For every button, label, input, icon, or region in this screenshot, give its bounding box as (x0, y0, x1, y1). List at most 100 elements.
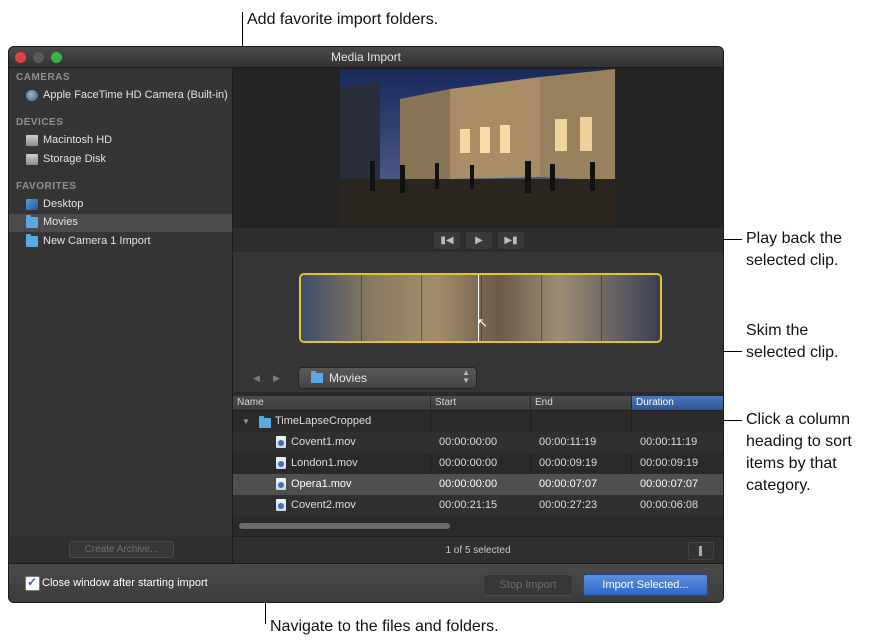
clip-duration: 00:00:11:19 (640, 436, 698, 448)
location-popup[interactable]: Movies ▲ ▼ (298, 367, 477, 389)
movie-file-icon (276, 478, 286, 490)
folder-icon (26, 234, 38, 247)
previous-clip-button[interactable]: ▮◀ (433, 231, 461, 250)
video-frame-image (340, 69, 615, 225)
clip-start: 00:00:00:00 (439, 457, 498, 469)
transport-controls: ▮◀ ▶ ▶▮ (233, 228, 723, 252)
filmstrip-frame (601, 275, 660, 341)
folder-icon (26, 215, 38, 228)
clip-end: 00:00:27:23 (539, 499, 598, 511)
clip-start: 00:00:21:15 (439, 499, 498, 511)
close-window-checkbox[interactable] (25, 575, 40, 591)
column-header-end[interactable]: End (530, 396, 631, 410)
sidebar-item-label: Apple FaceTime HD Camera (Built-in) (43, 89, 228, 101)
movie-file-icon (276, 436, 286, 448)
filmstrip-frame (301, 275, 362, 341)
clip-name: London1.mov (291, 457, 358, 469)
skimmer-playhead[interactable] (478, 275, 479, 341)
clip-end: 00:00:07:07 (539, 478, 598, 490)
media-list: Name Start End Duration ▼ TimeLapseCropp… (233, 396, 723, 536)
clip-duration: 00:00:07:07 (640, 478, 699, 490)
section-heading-devices: DEVICES (16, 117, 64, 128)
sidebar-item-desktop[interactable]: Desktop (9, 196, 232, 214)
status-bar: 1 of 5 selected (233, 536, 723, 563)
callout-column-line4: category. (746, 477, 811, 494)
location-label: Movies (329, 371, 368, 385)
clip-end: 00:00:11:19 (539, 436, 597, 448)
disk-icon (26, 135, 38, 146)
sidebar-item-label: Storage Disk (43, 153, 106, 165)
callout-skim-line1: Skim the (746, 322, 809, 339)
clip-duration: 00:00:09:19 (640, 457, 699, 469)
folder-icon (259, 416, 271, 428)
filmstrip-frame (541, 275, 602, 341)
selected-clip-filmstrip[interactable]: ↖ (299, 273, 662, 343)
forward-arrow-icon: ▶ (273, 373, 280, 383)
disk-icon (26, 154, 38, 165)
table-row[interactable]: London1.mov 00:00:00:00 00:00:09:19 00:0… (233, 453, 723, 474)
sidebar-item-label: New Camera 1 Import (43, 235, 151, 247)
section-heading-cameras: CAMERAS (16, 72, 71, 83)
clip-start: 00:00:00:00 (439, 436, 498, 448)
movie-file-icon (276, 499, 286, 511)
callout-play-back-line1: Play back the (746, 230, 843, 247)
forward-button[interactable]: ▶ (269, 369, 284, 387)
play-icon: ▶ (475, 235, 483, 246)
back-arrow-icon: ◀ (253, 373, 260, 383)
callout-navigate: Navigate to the files and folders. (270, 618, 499, 635)
horizontal-scrollbar[interactable] (239, 523, 450, 529)
callout-play-back-line2: selected clip. (746, 252, 839, 269)
sidebar-item-label: Desktop (43, 198, 84, 210)
play-button[interactable]: ▶ (465, 231, 493, 250)
next-clip-button[interactable]: ▶▮ (497, 231, 525, 250)
clip-zoom-control[interactable] (688, 542, 714, 560)
column-header-name[interactable]: Name (233, 396, 430, 410)
video-preview[interactable] (340, 69, 615, 225)
sidebar-item-facetime-camera[interactable]: Apple FaceTime HD Camera (Built-in) (9, 87, 232, 105)
disclosure-triangle-icon[interactable]: ▼ (242, 411, 250, 432)
column-header-start[interactable]: Start (430, 396, 530, 410)
footer-bar: Close window after starting import Stop … (9, 563, 723, 602)
stop-import-button[interactable]: Stop Import (483, 574, 573, 596)
window-title: Media Import (330, 50, 402, 64)
clip-end: 00:00:09:19 (539, 457, 598, 469)
callout-skim-line2: selected clip. (746, 344, 839, 361)
callout-play-back: Play back the selected clip. (746, 228, 842, 272)
camera-icon (26, 90, 38, 101)
desktop-folder-icon (26, 199, 38, 210)
popup-arrows-icon: ▲ ▼ (462, 368, 470, 385)
sidebar: CAMERAS Apple FaceTime HD Camera (Built-… (9, 68, 233, 536)
sidebar-item-macintosh-hd[interactable]: Macintosh HD (9, 132, 232, 150)
table-row[interactable]: Covent2.mov 00:00:21:15 00:00:27:23 00:0… (233, 495, 723, 516)
sidebar-item-movies[interactable]: Movies (9, 214, 232, 232)
filmstrip-frame (361, 275, 422, 341)
table-row-selected[interactable]: Opera1.mov 00:00:00:00 00:00:07:07 00:00… (233, 474, 723, 495)
clip-start: 00:00:00:00 (439, 478, 498, 490)
media-import-window: Media Import CAMERAS Apple FaceTime HD C… (9, 47, 723, 602)
selection-count: 1 of 5 selected (445, 545, 511, 556)
callout-column-line2: heading to sort (746, 433, 852, 450)
title-bar: Media Import (9, 47, 723, 68)
clip-name: Covent2.mov (291, 499, 356, 511)
table-row[interactable]: Covent1.mov 00:00:00:00 00:00:11:19 00:0… (233, 432, 723, 453)
sidebar-bottom-bar: Create Archive... (9, 536, 233, 562)
callout-column-line1: Click a column (746, 411, 851, 428)
skip-forward-icon: ▶▮ (504, 235, 518, 246)
back-button[interactable]: ◀ (249, 369, 264, 387)
folder-row[interactable]: ▼ TimeLapseCropped (233, 411, 723, 432)
viewer (233, 68, 723, 228)
clip-name: Covent1.mov (291, 436, 356, 448)
folder-icon (311, 371, 323, 383)
mouse-pointer-icon: ↖ (477, 315, 488, 330)
column-header-duration[interactable]: Duration (631, 396, 723, 410)
movie-file-icon (276, 457, 286, 469)
close-window-label: Close window after starting import (42, 577, 208, 589)
sidebar-item-new-camera-import[interactable]: New Camera 1 Import (9, 233, 232, 251)
section-heading-favorites: FAVORITES (16, 181, 77, 192)
create-archive-button[interactable]: Create Archive... (69, 541, 174, 558)
callout-skim: Skim the selected clip. (746, 320, 839, 364)
sidebar-item-storage-disk[interactable]: Storage Disk (9, 151, 232, 169)
folder-name: TimeLapseCropped (275, 415, 372, 427)
skip-back-icon: ▮◀ (440, 235, 454, 246)
import-selected-button[interactable]: Import Selected... (583, 574, 708, 596)
